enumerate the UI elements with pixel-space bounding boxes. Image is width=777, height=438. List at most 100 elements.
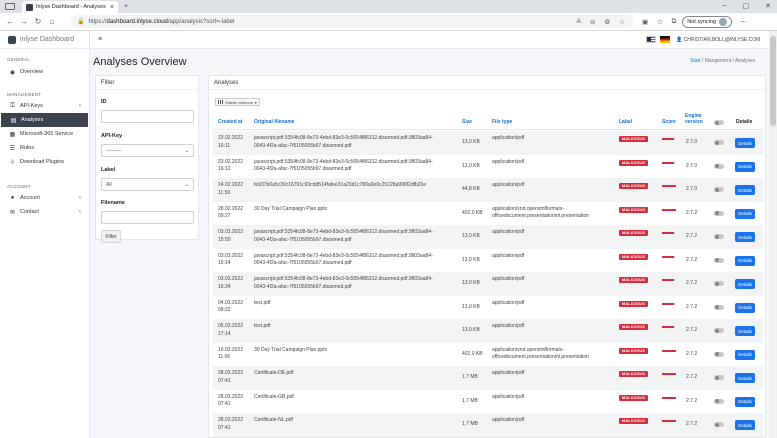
logo-icon — [8, 35, 16, 44]
filename-input[interactable] — [101, 211, 194, 224]
row-toggle[interactable] — [714, 257, 724, 263]
details-button[interactable]: Details — [735, 326, 755, 336]
row-toggle[interactable] — [714, 304, 724, 310]
flag-de-icon[interactable] — [660, 36, 670, 43]
row-toggle[interactable] — [714, 140, 724, 145]
scrollbar-thumb[interactable] — [770, 36, 776, 126]
table-row[interactable]: 24.02.2022 11:59 fe937b0a5c30c16791c93cdd5… — [213, 178, 763, 202]
table-row[interactable]: 23.02.2022 16:11 javascript.pdf.5354fc08-8… — [213, 131, 763, 155]
col-label[interactable]: Label — [619, 119, 632, 125]
table-row[interactable]: 28.02.2022 09:27 30 Day Trial Campaign Pla… — [213, 202, 763, 226]
table-row[interactable]: 28.03.2022 07:41 Certificate-DE.pdf 1,7 MB a… — [213, 366, 763, 390]
details-button[interactable]: Details — [735, 373, 755, 383]
back-icon[interactable]: ← — [3, 17, 17, 26]
row-toggle[interactable] — [714, 351, 724, 357]
home-icon[interactable]: ⌂ — [45, 17, 59, 26]
collections-icon[interactable]: ⧉ — [672, 18, 677, 26]
browser-tabbar: Inlyse Dashboard - Analyses × + – ▢ ✕ — [0, 0, 777, 13]
col-created-at[interactable]: Created at — [218, 119, 242, 125]
filter-button[interactable]: Filter — [101, 230, 121, 243]
analyses-icon: ▤ — [10, 117, 17, 124]
url-input[interactable]: 🔒 https://dashboard.inlyse.cloud/app/ana… — [71, 15, 633, 28]
breadcrumb-start[interactable]: Start — [690, 58, 701, 64]
visible-columns-button[interactable]: Visible columns ▾ — [215, 98, 260, 106]
tab-close-icon[interactable]: × — [110, 4, 114, 11]
col-engine-version[interactable]: Engine version — [685, 113, 703, 125]
table-row[interactable]: 03.03.2022 15:50 javascript.pdf.5354fc08-8… — [213, 225, 763, 249]
details-button[interactable]: Details — [735, 420, 755, 430]
file-type: application/pdf — [492, 299, 525, 306]
brand[interactable]: inlyse Dashboard — [0, 31, 89, 49]
file-size: 13,0 KB — [462, 139, 480, 145]
table-row[interactable]: 05.03.2022 17:14 test.pdf 13,0 KB applicatio… — [213, 319, 763, 343]
sidebar-item-overview[interactable]: ◉ Overview — [0, 65, 89, 79]
sidebar-item-account[interactable]: ● Account ‹ — [0, 191, 89, 205]
table-row[interactable]: 23.02.2022 16:12 javascript.pdf.5354fc08-8… — [213, 155, 763, 179]
id-input[interactable] — [101, 110, 194, 123]
row-toggle[interactable] — [714, 422, 724, 427]
favorite-icon[interactable]: ☆ — [619, 18, 625, 26]
row-toggle[interactable] — [714, 210, 724, 216]
status-badge: MALICIOUS — [619, 253, 649, 260]
row-toggle[interactable] — [714, 187, 724, 192]
section-management: MANAGEMENT — [7, 92, 42, 97]
label-select[interactable]: All ⌄ — [101, 178, 194, 191]
details-button[interactable]: Details — [735, 279, 755, 289]
favorites-icon[interactable]: ✩ — [657, 18, 662, 26]
sidebar-item-analyses[interactable]: ▤ Analyses — [1, 113, 88, 127]
extension-icon[interactable]: ⚙ — [604, 18, 610, 26]
table-row[interactable]: 03.03.2022 16:34 javascript.pdf.5354fc08-8… — [213, 272, 763, 296]
row-toggle[interactable] — [714, 398, 724, 404]
details-button[interactable]: Details — [735, 208, 755, 219]
col-filename[interactable]: Original filename — [254, 119, 295, 125]
more-icon[interactable]: ⋯ — [740, 18, 747, 26]
engine-version: 2.7.2 — [686, 303, 698, 310]
minimize-icon[interactable]: – — [723, 2, 727, 10]
row-toggle[interactable] — [714, 328, 724, 333]
details-button[interactable]: Details — [735, 255, 755, 266]
sidebar-item-rules[interactable]: ☰ Rules — [0, 141, 89, 155]
table-row[interactable]: 03.03.2022 16:14 javascript.pdf.5354fc08-8… — [213, 249, 763, 273]
sync-button[interactable]: Not syncing — [682, 15, 733, 28]
menu-toggle-icon[interactable]: ≡ — [98, 36, 102, 43]
details-button[interactable]: Details — [735, 302, 755, 313]
table-row[interactable]: 28.03.2022 07:41 Certificate-NL.pdf 1,7 MB a… — [213, 413, 763, 437]
created-at: 28.03.2022 07:41 — [218, 370, 244, 384]
col-file-type[interactable]: File type — [492, 119, 512, 125]
sidebar-item-download-plugins[interactable]: ⇩ Download Plugins — [0, 155, 89, 169]
details-button[interactable]: Details — [735, 185, 755, 195]
table-row[interactable]: 16.03.2022 11:06 30 Day Trial Campaign Pla… — [213, 343, 763, 367]
sidebar-item-contact[interactable]: ✉ Contact ‹ — [0, 205, 89, 219]
browser-tab[interactable]: Inlyse Dashboard - Analyses × — [22, 1, 118, 13]
details-button[interactable]: Details — [735, 349, 755, 360]
sidebar-item-microsoft[interactable]: ▦ Microsoft-365 Service — [0, 127, 89, 141]
table-row[interactable]: 28.03.2022 07:41 Certificate-GB.pdf 1,7 MB a… — [213, 390, 763, 414]
column-toggle[interactable] — [714, 120, 724, 125]
split-screen-icon[interactable]: ▣ — [642, 18, 648, 26]
details-button[interactable]: Details — [735, 138, 755, 148]
forward-icon[interactable]: → — [17, 17, 31, 26]
details-button[interactable]: Details — [735, 161, 755, 172]
row-toggle[interactable] — [714, 281, 724, 286]
new-tab-icon[interactable]: + — [124, 3, 128, 10]
zoom-icon[interactable]: ⊖ — [590, 18, 595, 26]
details-button[interactable]: Details — [735, 232, 755, 242]
close-window-icon[interactable]: ✕ — [765, 2, 771, 10]
table-row[interactable]: 04.03.2022 09:22 test.pdf 13,0 KB applicatio… — [213, 296, 763, 320]
col-score[interactable]: Score — [662, 119, 676, 125]
col-size[interactable]: Size — [462, 119, 472, 125]
row-toggle[interactable] — [714, 234, 724, 239]
reload-icon[interactable]: ↻ — [31, 17, 45, 26]
status-badge: MALICIOUS — [619, 206, 649, 213]
row-toggle[interactable] — [714, 375, 724, 380]
status-badge: MALICIOUS — [619, 394, 649, 401]
row-toggle[interactable] — [714, 163, 724, 169]
user-menu[interactable]: 👤 CHRISTIAN.BOLL@INLYSE.COM — [676, 37, 760, 43]
sidebar-item-api-keys[interactable]: ⚿ API-Keys ‹ — [0, 99, 89, 113]
flag-en-icon[interactable] — [646, 36, 656, 43]
tab-actions-icon[interactable] — [5, 3, 15, 10]
read-aloud-icon[interactable]: A — [577, 18, 581, 26]
details-button[interactable]: Details — [735, 396, 755, 407]
api-key-select[interactable]: --------- ⌄ — [101, 144, 194, 157]
maximize-icon[interactable]: ▢ — [743, 2, 750, 10]
